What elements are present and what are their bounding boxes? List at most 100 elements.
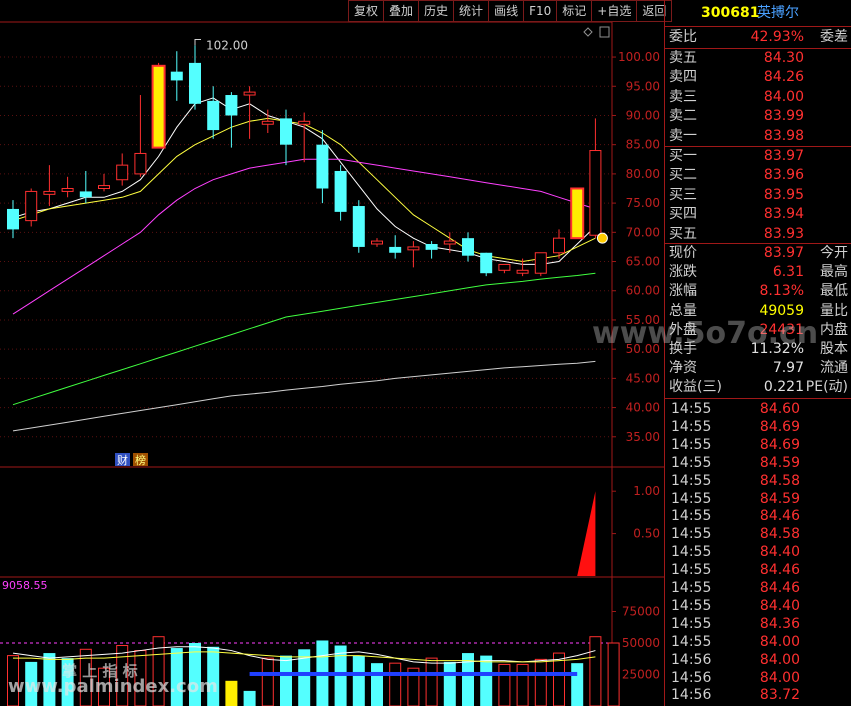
stat-row-right-label: 内盘	[820, 321, 848, 338]
stat-row-label: 收益(三)	[669, 379, 722, 396]
tick-row: 14:55 84.58	[669, 472, 850, 491]
tick-row: 14:55 84.00	[669, 633, 850, 652]
tick-row: 14:55 84.36	[669, 615, 850, 634]
volume-bar	[480, 655, 493, 706]
buy-level-4: 买四 83.94	[669, 205, 850, 224]
tick-time: 14:55	[671, 544, 712, 561]
tick-row: 14:55 84.69	[669, 436, 850, 455]
candle-body	[280, 118, 292, 145]
candle-body	[43, 190, 56, 195]
tick-time: 14:55	[671, 418, 712, 435]
money-bag-icon	[596, 232, 608, 244]
candle-body	[61, 188, 74, 192]
volume-bar	[425, 657, 438, 706]
tick-row: 14:56 84.00	[669, 651, 850, 670]
volume-ma-band	[249, 671, 578, 676]
stock-header: 300681 英搏尔	[669, 4, 850, 23]
chart-area[interactable]: 100.00 95.00 90.00 85.00 80.00 75.00 70.00 65.0…	[0, 0, 664, 706]
y-tick-label: 40.00	[626, 401, 660, 415]
volume-bar	[243, 690, 256, 706]
sell-level-1-label: 卖一	[669, 127, 697, 144]
tick-row: 14:55 84.40	[669, 597, 850, 616]
webi-value: 42.93%	[750, 29, 804, 45]
sell-level-4: 卖四 84.26	[669, 68, 850, 87]
stock-code: 300681	[701, 5, 760, 21]
candle-body	[498, 263, 511, 271]
stat-row-right-label: 股本	[820, 341, 848, 357]
candle-body	[243, 91, 256, 96]
candle-body	[443, 240, 456, 245]
stat-row-value: 49059	[759, 302, 804, 319]
tick-row: 14:56 84.00	[669, 669, 850, 688]
tick-time: 14:55	[671, 580, 712, 596]
volume-bar	[389, 662, 402, 706]
toolbar-history-button[interactable]: 历史	[419, 0, 455, 22]
buy-level-3-label: 买三	[669, 186, 697, 203]
buy-level-4-value: 83.94	[763, 206, 804, 223]
tick-row: 14:55 84.46	[669, 561, 850, 580]
stat-row-value: 24431	[759, 321, 804, 338]
diamond-icon	[583, 27, 593, 37]
ma-line-5	[12, 360, 596, 432]
tick-time: 14:55	[671, 633, 712, 650]
badge-bang-text: 榜	[135, 453, 146, 467]
candle-body	[225, 95, 238, 116]
high-annotation-marker	[194, 39, 201, 46]
candle-body	[189, 62, 201, 104]
tick-price: 84.00	[759, 651, 800, 668]
buy-level-2-value: 83.96	[763, 167, 804, 184]
toolbar-mark-button[interactable]: 标记	[557, 0, 593, 22]
stat-row: 净资 7.97 流通	[669, 359, 850, 378]
sell-level-1-value: 83.98	[763, 127, 804, 144]
stat-row-value: 11.32%	[750, 341, 804, 357]
stat-row-label: 换手	[669, 341, 697, 357]
toolbar-draw-button[interactable]: 画线	[489, 0, 525, 22]
tick-price: 84.58	[759, 472, 800, 489]
stat-row-label: 现价	[669, 245, 697, 261]
buy-level-5-value: 83.93	[763, 225, 804, 242]
quote-panel: 300681 英搏尔 委比 42.93% 委差 卖五 84.30 卖四 84.26 卖三…	[664, 0, 851, 706]
stat-row: 换手 11.32% 股本	[669, 340, 850, 359]
stock-name: 英搏尔	[757, 5, 799, 21]
y-tick-label: 85.00	[626, 138, 660, 152]
volume-bar	[571, 663, 584, 706]
tick-row: 14:55 84.60	[669, 400, 850, 419]
stat-row-value: 0.221	[763, 379, 804, 396]
buy-level-5-label: 买五	[669, 225, 697, 242]
y-tick-label: 60.00	[626, 284, 660, 298]
tick-price: 83.72	[759, 687, 800, 704]
volume-bar	[371, 663, 383, 706]
candle-body	[170, 71, 183, 81]
stat-row-label: 外盘	[669, 321, 697, 338]
sell-level-2-value: 83.99	[763, 108, 804, 125]
tick-time: 14:56	[671, 669, 712, 686]
stat-row-label: 涨幅	[669, 283, 697, 300]
y-tick-label: 50.00	[626, 342, 660, 356]
vol-y-tick-label: 50000	[622, 636, 660, 650]
tick-price: 84.40	[759, 597, 800, 614]
tick-time: 14:55	[671, 526, 712, 543]
toolbar-fuquan-button[interactable]: 复权	[348, 0, 385, 22]
stat-row: 现价 83.97 今开	[669, 244, 850, 263]
y-tick-label: 90.00	[626, 108, 660, 122]
y-tick-label: 45.00	[626, 371, 660, 385]
stat-row-label: 涨跌	[669, 264, 697, 281]
toolbar-watchlist-button[interactable]: +自选	[592, 0, 638, 22]
window-icon	[599, 26, 610, 38]
candle-body	[316, 144, 329, 189]
ma-line-4	[12, 272, 596, 406]
toolbar-f10-button[interactable]: F10	[524, 0, 558, 22]
toolbar-overlay-button[interactable]: 叠加	[384, 0, 420, 22]
sell-level-3-label: 卖三	[669, 88, 697, 105]
toolbar: 复权 叠加 历史 统计 画线 F10 标记 +自选 返回	[348, 0, 673, 22]
volume-bar	[225, 680, 238, 706]
tick-time: 14:55	[671, 490, 712, 507]
webi-label: 委比	[669, 29, 697, 45]
toolbar-stats-button[interactable]: 统计	[454, 0, 490, 22]
vol-y-tick-label: 25000	[622, 668, 660, 682]
stat-row: 涨幅 8.13% 最低	[669, 282, 850, 301]
y-tick-label: 70.00	[626, 225, 660, 239]
volume-bar	[498, 663, 511, 706]
stat-row-label: 总量	[669, 302, 697, 319]
stat-row: 外盘 24431 内盘	[669, 321, 850, 340]
